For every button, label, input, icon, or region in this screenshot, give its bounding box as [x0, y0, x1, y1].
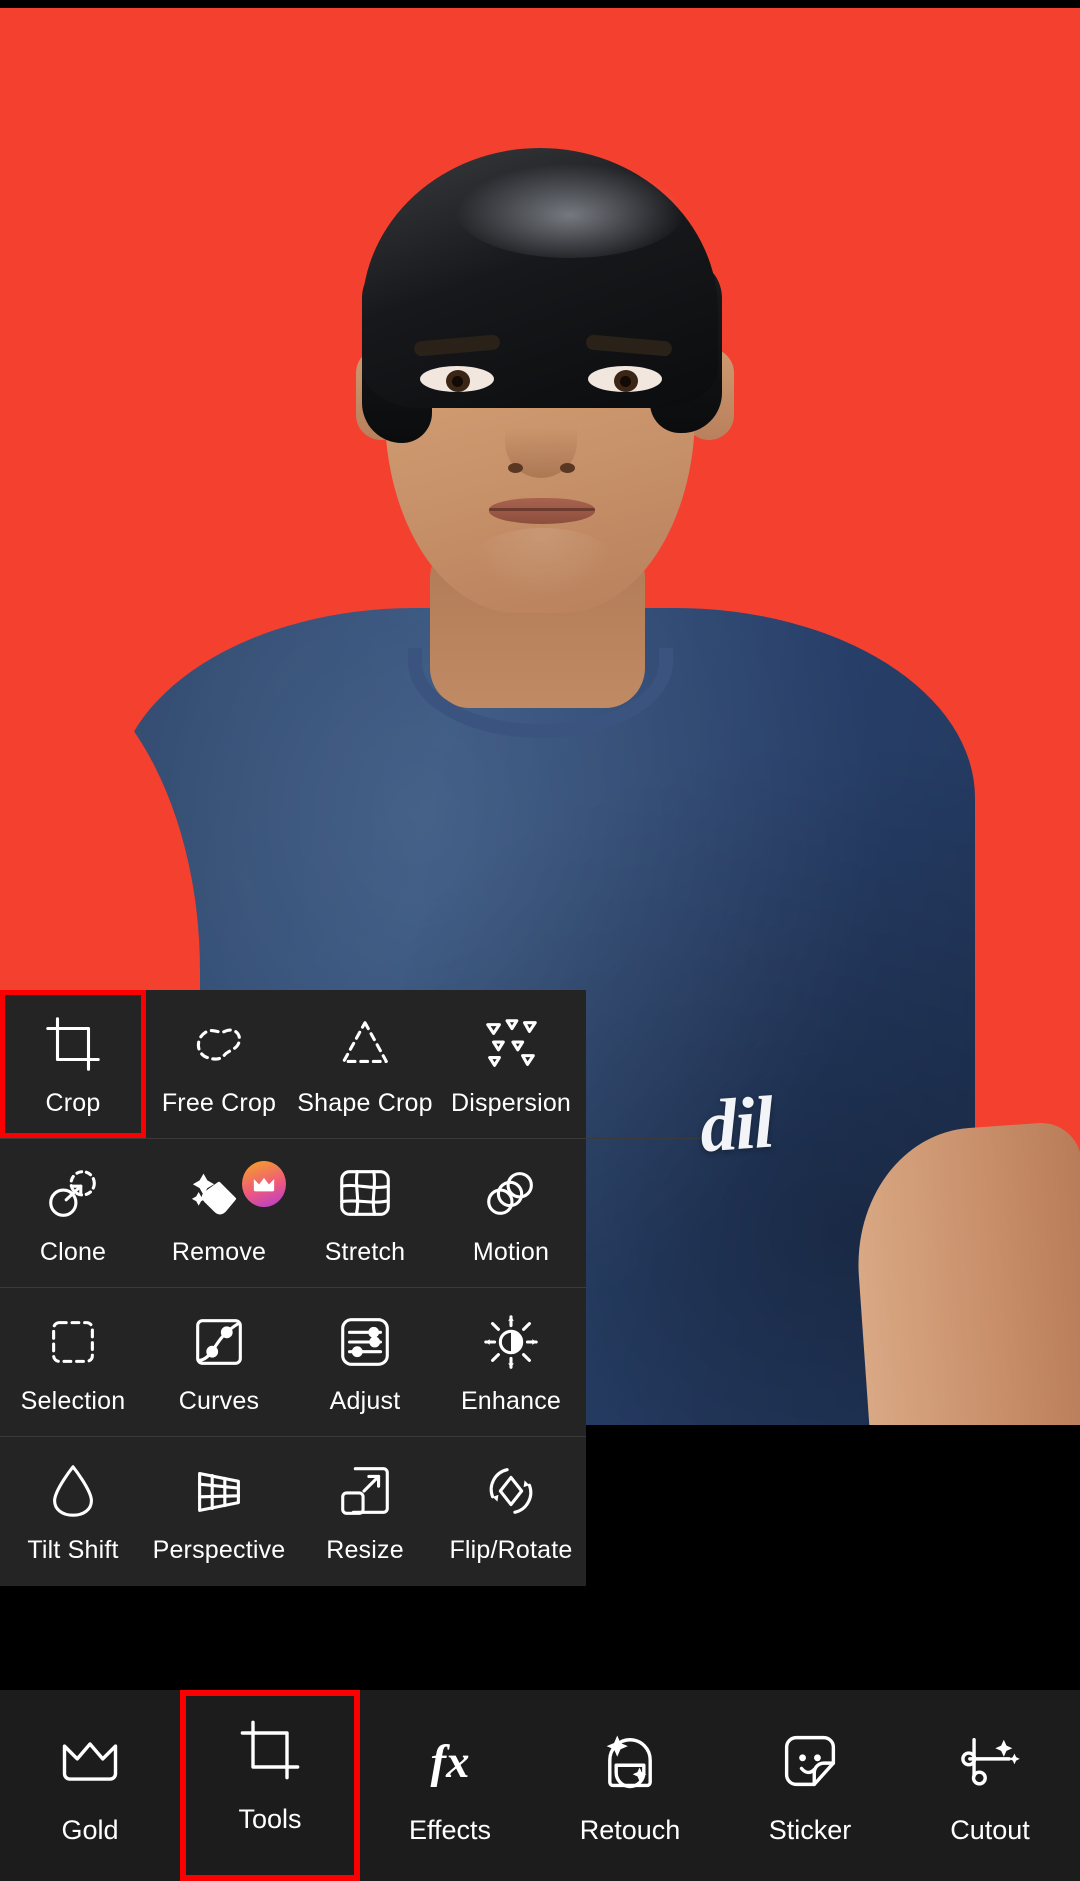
svg-text:fx: fx [431, 1736, 470, 1788]
enhance-icon [480, 1311, 542, 1373]
nav-item-label: Tools [238, 1804, 302, 1834]
dispersion-icon [480, 1013, 542, 1075]
tools-row: Crop Free Crop Shape Crop Dispersion [0, 990, 700, 1139]
nostril-left [508, 463, 523, 473]
tools-grid-panel[interactable]: Crop Free Crop Shape Crop Dispersion Clone Re… [0, 990, 700, 1586]
cutout-icon [956, 1727, 1024, 1795]
tool-label: Curves [178, 1386, 260, 1415]
crop-icon [236, 1716, 304, 1784]
tool-tilt-shift[interactable]: Tilt Shift [0, 1437, 146, 1586]
fx-icon: fx [416, 1727, 484, 1795]
tool-label: Clone [39, 1237, 107, 1266]
tool-label: Shape Crop [297, 1088, 433, 1117]
tool-shape-crop[interactable]: Shape Crop [292, 990, 438, 1138]
tool-label: Remove [171, 1237, 267, 1266]
tools-row: Tilt Shift Perspective Resize Flip/Rotate [0, 1437, 586, 1586]
tool-label: Selection [20, 1386, 126, 1415]
tool-label: Tilt Shift [27, 1536, 119, 1564]
tool-label: Resize [326, 1536, 404, 1564]
tool-motion[interactable]: Motion [438, 1139, 584, 1287]
tools-row: Selection Curves Adjust Enhance [0, 1288, 586, 1437]
chin-shading [470, 528, 616, 598]
flip-rotate-icon [480, 1460, 542, 1522]
pupil-right [620, 376, 631, 387]
hair-highlight [455, 163, 685, 258]
tool-label: Enhance [460, 1386, 562, 1415]
curves-icon [188, 1311, 250, 1373]
tool-flip-rotate[interactable]: Flip/Rotate [438, 1437, 584, 1586]
tool-adjust[interactable]: Adjust [292, 1288, 438, 1436]
clone-icon [42, 1162, 104, 1224]
nav-item-effects[interactable]: fx Effects [360, 1690, 540, 1881]
nav-item-cutout[interactable]: Cutout [900, 1690, 1080, 1881]
stretch-icon [334, 1162, 396, 1224]
tool-label: Flip/Rotate [449, 1536, 573, 1564]
tool-label: Crop [45, 1088, 101, 1117]
nav-item-label: Retouch [579, 1815, 681, 1845]
tool-resize[interactable]: Resize [292, 1437, 438, 1586]
perspective-icon [188, 1460, 250, 1522]
crown-icon [56, 1727, 124, 1795]
nav-item-tools[interactable]: Tools [180, 1690, 360, 1881]
shape-crop-icon [334, 1013, 396, 1075]
tool-dispersion[interactable]: Dispersion [438, 990, 584, 1138]
bottom-navigation-bar[interactable]: Gold Tools fx Effects Retouch Sticker Cutout [0, 1690, 1080, 1881]
nav-item-label: Cutout [950, 1815, 1030, 1845]
sticker-icon [776, 1727, 844, 1795]
nav-item-gold[interactable]: Gold [0, 1690, 180, 1881]
nav-item-label: Gold [61, 1815, 119, 1845]
tool-perspective[interactable]: Perspective [146, 1437, 292, 1586]
crop-icon [42, 1013, 104, 1075]
remove-icon [188, 1162, 250, 1224]
nav-item-label: Effects [408, 1815, 492, 1845]
nav-item-label: Sticker [768, 1815, 852, 1845]
lips-shape [489, 498, 595, 524]
tool-remove[interactable]: Remove [146, 1139, 292, 1287]
tool-free-crop[interactable]: Free Crop [146, 990, 292, 1138]
selection-icon [42, 1311, 104, 1373]
pupil-left [452, 376, 463, 387]
tool-label: Dispersion [450, 1088, 572, 1117]
motion-icon [480, 1162, 542, 1224]
tool-label: Stretch [324, 1237, 406, 1266]
adjust-icon [334, 1311, 396, 1373]
status-bar [0, 0, 1080, 8]
tool-curves[interactable]: Curves [146, 1288, 292, 1436]
tool-label: Motion [472, 1237, 550, 1266]
tool-label: Adjust [329, 1386, 401, 1415]
nav-item-sticker[interactable]: Sticker [720, 1690, 900, 1881]
tool-label: Free Crop [161, 1088, 277, 1117]
tool-selection[interactable]: Selection [0, 1288, 146, 1436]
shirt-print-text: dil [697, 1081, 775, 1169]
nav-item-retouch[interactable]: Retouch [540, 1690, 720, 1881]
pro-crown-badge-icon [242, 1161, 286, 1207]
resize-icon [334, 1460, 396, 1522]
nostril-right [560, 463, 575, 473]
tilt-shift-icon [42, 1460, 104, 1522]
lip-line [489, 508, 595, 511]
tool-clone[interactable]: Clone [0, 1139, 146, 1287]
tool-enhance[interactable]: Enhance [438, 1288, 584, 1436]
tool-stretch[interactable]: Stretch [292, 1139, 438, 1287]
retouch-icon [596, 1727, 664, 1795]
free-crop-icon [188, 1013, 250, 1075]
tools-row: Clone Remove Stretch Motion [0, 1139, 586, 1288]
tool-crop[interactable]: Crop [0, 990, 146, 1138]
tool-label: Perspective [152, 1536, 286, 1564]
